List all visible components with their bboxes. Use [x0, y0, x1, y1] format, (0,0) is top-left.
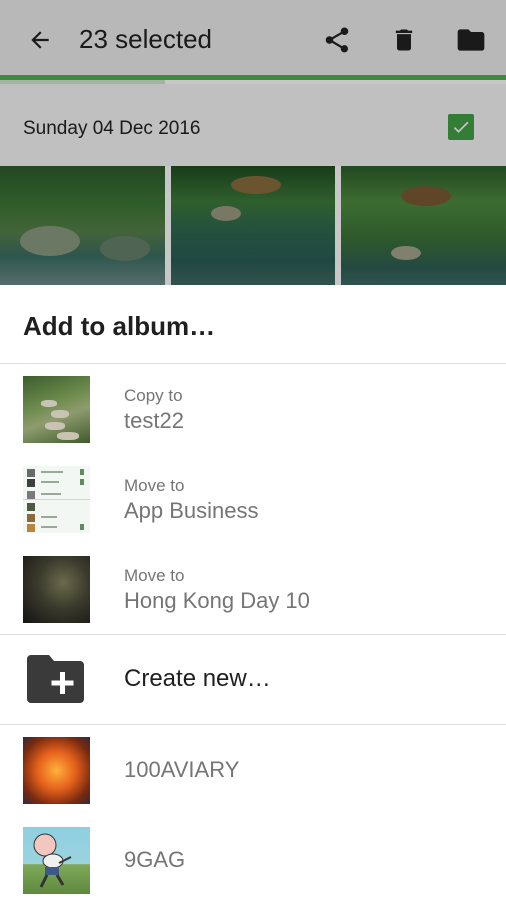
- album-name: Hong Kong Day 10: [124, 588, 310, 613]
- album-thumbnail: [23, 376, 90, 443]
- album-row-9gag[interactable]: 9GAG: [0, 815, 506, 900]
- background-screen: 23 selected Sunday 04 Dec 2016: [0, 0, 506, 285]
- add-to-album-sheet: Add to album… Copy to test22 Move to App…: [0, 285, 506, 900]
- album-thumbnail: [23, 737, 90, 804]
- album-row-hong-kong-day-10[interactable]: Move to Hong Kong Day 10: [0, 544, 506, 634]
- album-row-test22[interactable]: Copy to test22: [0, 364, 506, 454]
- album-row-100aviary[interactable]: 100AVIARY: [0, 725, 506, 815]
- create-new-album-row[interactable]: Create new…: [0, 635, 506, 725]
- album-name: App Business: [124, 498, 259, 523]
- create-new-label: Create new…: [124, 665, 271, 692]
- album-thumbnail: [23, 827, 90, 894]
- cartoon-character-image: [33, 833, 72, 888]
- album-name: test22: [124, 408, 184, 433]
- album-action-label: Move to: [124, 566, 185, 585]
- create-folder-icon: [27, 655, 84, 703]
- album-name: 9GAG: [124, 847, 186, 872]
- album-action-label: Move to: [124, 476, 185, 495]
- album-thumbnail: [23, 556, 90, 623]
- scrim-overlay[interactable]: [0, 0, 506, 285]
- sheet-title: Add to album…: [23, 311, 216, 341]
- album-row-app-business[interactable]: Move to App Business: [0, 454, 506, 544]
- album-thumbnail: [23, 466, 90, 533]
- album-name: 100AVIARY: [124, 757, 240, 782]
- album-action-label: Copy to: [124, 386, 183, 405]
